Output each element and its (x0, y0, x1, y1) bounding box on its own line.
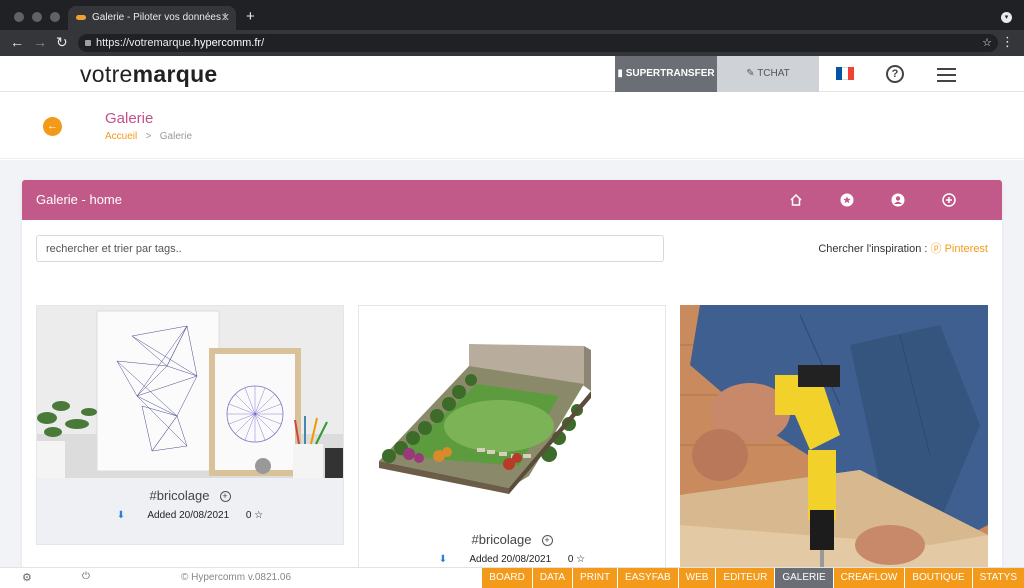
breadcrumb-home-link[interactable]: Accueil (105, 131, 137, 142)
panel-header: Galerie - home (22, 180, 1002, 220)
nav-editeur[interactable]: EDITEUR (715, 568, 775, 588)
close-tab-icon[interactable]: ✕ (221, 6, 230, 30)
logo-bold: marque (132, 61, 218, 87)
minimize-window-button[interactable] (32, 12, 42, 22)
tag-search-input[interactable] (36, 235, 664, 262)
browser-tab[interactable]: Galerie - Piloter vos données ! ✕ (68, 6, 236, 30)
panel-title: Galerie - home (36, 192, 122, 207)
reload-icon[interactable]: ↻ (56, 33, 68, 51)
supertransfer-button[interactable]: ▮ SUPERTRANSFER (615, 56, 717, 92)
tab-title: Galerie - Piloter vos données ! (92, 12, 227, 23)
pinterest-link[interactable]: Pinterest (945, 243, 988, 255)
url-prefix: https://votremarque. (96, 37, 194, 49)
card-meta: ⬇ Added 20/08/2021 0 ☆ (359, 554, 665, 565)
download-icon[interactable]: ⬇ (439, 554, 447, 565)
card-favorite-count[interactable]: 0 ☆ (246, 510, 263, 521)
nav-galerie[interactable]: GALERIE (774, 568, 833, 588)
address-bar[interactable]: https://votremarque.hypercomm.fr/ ☆ (78, 34, 998, 52)
add-circle-icon[interactable] (942, 193, 956, 207)
module-nav: BOARD DATA PRINT EASYFAB WEB EDITEUR GAL… (481, 568, 1024, 588)
nav-statys[interactable]: STATYS (971, 568, 1024, 588)
nav-creaflow[interactable]: CREAFLOW (832, 568, 905, 588)
card-added-date: Added 20/08/2021 (147, 510, 230, 521)
footer-bar: ⚙ ⏻ © Hypercomm v.0821.06 BOARD DATA PRI… (0, 567, 1024, 588)
settings-gear-icon[interactable]: ⚙ (22, 571, 32, 584)
url-suffix: / (261, 37, 265, 49)
home-icon[interactable] (789, 193, 803, 207)
browser-menu-icon[interactable]: ⋮ (1001, 34, 1014, 50)
gallery-card[interactable]: #bricolage + ⬇ Added 20/08/2021 0 ☆ (36, 305, 344, 545)
browser-toolbar: ← → ↻ https://votremarque.hypercomm.fr/ … (0, 30, 1024, 56)
nav-data[interactable]: DATA (531, 568, 573, 588)
nav-boutique[interactable]: BOUTIQUE (904, 568, 972, 588)
gallery-image-drill[interactable] (680, 305, 988, 580)
hamburger-menu-icon[interactable] (937, 68, 956, 86)
browser-chrome: Galerie - Piloter vos données ! ✕ + ▾ ← … (0, 0, 1024, 56)
power-icon[interactable]: ⏻ (82, 571, 90, 582)
breadcrumb: Accueil > Galerie (105, 131, 192, 142)
chrome-menu-icon[interactable]: ▾ (1001, 12, 1012, 23)
card-tag-label[interactable]: #bricolage (472, 532, 532, 547)
star-icon[interactable] (840, 193, 854, 207)
flag-stripe-red (848, 67, 854, 80)
lock-icon (85, 40, 91, 46)
add-tag-icon[interactable]: + (541, 535, 553, 546)
gallery-card[interactable]: #bricolage + ⬇ Added 20/08/2021 0 ☆ (358, 305, 666, 580)
page-title: Galerie (105, 110, 154, 127)
page-header: ← Galerie Accueil > Galerie (0, 92, 1024, 159)
app-header: votremarque ▮ SUPERTRANSFER ✎ TCHAT ? (0, 56, 1024, 92)
inspiration-label: Chercher l'inspiration : (818, 243, 931, 255)
card-tag-label[interactable]: #bricolage (150, 488, 210, 503)
gallery-image-garden[interactable] (359, 306, 665, 522)
card-tag: #bricolage + (37, 488, 343, 503)
tchat-label: TCHAT (757, 68, 790, 79)
card-favorite-count[interactable]: 0 ☆ (568, 554, 585, 565)
french-flag-icon[interactable] (836, 67, 854, 80)
nav-easyfab[interactable]: EASYFAB (617, 568, 678, 588)
card-added-date: Added 20/08/2021 (469, 554, 552, 565)
back-arrow-icon[interactable]: ← (43, 117, 62, 136)
favicon-icon (76, 15, 86, 20)
nav-print[interactable]: PRINT (572, 568, 618, 588)
close-window-button[interactable] (14, 12, 24, 22)
main-content: Galerie - home Chercher l'inspiration : … (0, 160, 1024, 580)
inspiration-text: Chercher l'inspiration : ⓟ Pinterest (818, 240, 988, 256)
gallery-image-string-art[interactable] (37, 306, 343, 478)
help-icon[interactable]: ? (886, 65, 904, 83)
logo[interactable]: votremarque (80, 61, 218, 88)
window-controls (14, 12, 60, 22)
download-icon[interactable]: ⬇ (117, 510, 125, 521)
new-tab-button[interactable]: + (246, 9, 255, 24)
logo-regular: votre (80, 61, 133, 87)
card-tag: #bricolage + (359, 532, 665, 547)
gallery-panel: Galerie - home Chercher l'inspiration : … (22, 180, 1002, 580)
gallery-card[interactable] (680, 305, 988, 580)
breadcrumb-current: Galerie (159, 131, 193, 142)
supertransfer-label: SUPERTRANSFER (625, 68, 715, 79)
breadcrumb-separator: > (145, 131, 152, 142)
url-domain: hypercomm.fr (193, 37, 262, 49)
add-tag-icon[interactable]: + (219, 491, 231, 502)
forward-nav-icon[interactable]: → (33, 33, 47, 51)
nav-board[interactable]: BOARD (481, 568, 532, 588)
card-meta: ⬇ Added 20/08/2021 0 ☆ (37, 510, 343, 521)
pinterest-icon: ⓟ (930, 243, 942, 255)
tchat-button[interactable]: ✎ TCHAT (717, 56, 819, 92)
version-text: © Hypercomm v.0821.06 (181, 572, 292, 583)
bookmark-star-icon[interactable]: ☆ (982, 34, 992, 52)
nav-web[interactable]: WEB (677, 568, 716, 588)
back-nav-icon[interactable]: ← (10, 33, 24, 51)
user-icon[interactable] (891, 193, 905, 207)
maximize-window-button[interactable] (50, 12, 60, 22)
